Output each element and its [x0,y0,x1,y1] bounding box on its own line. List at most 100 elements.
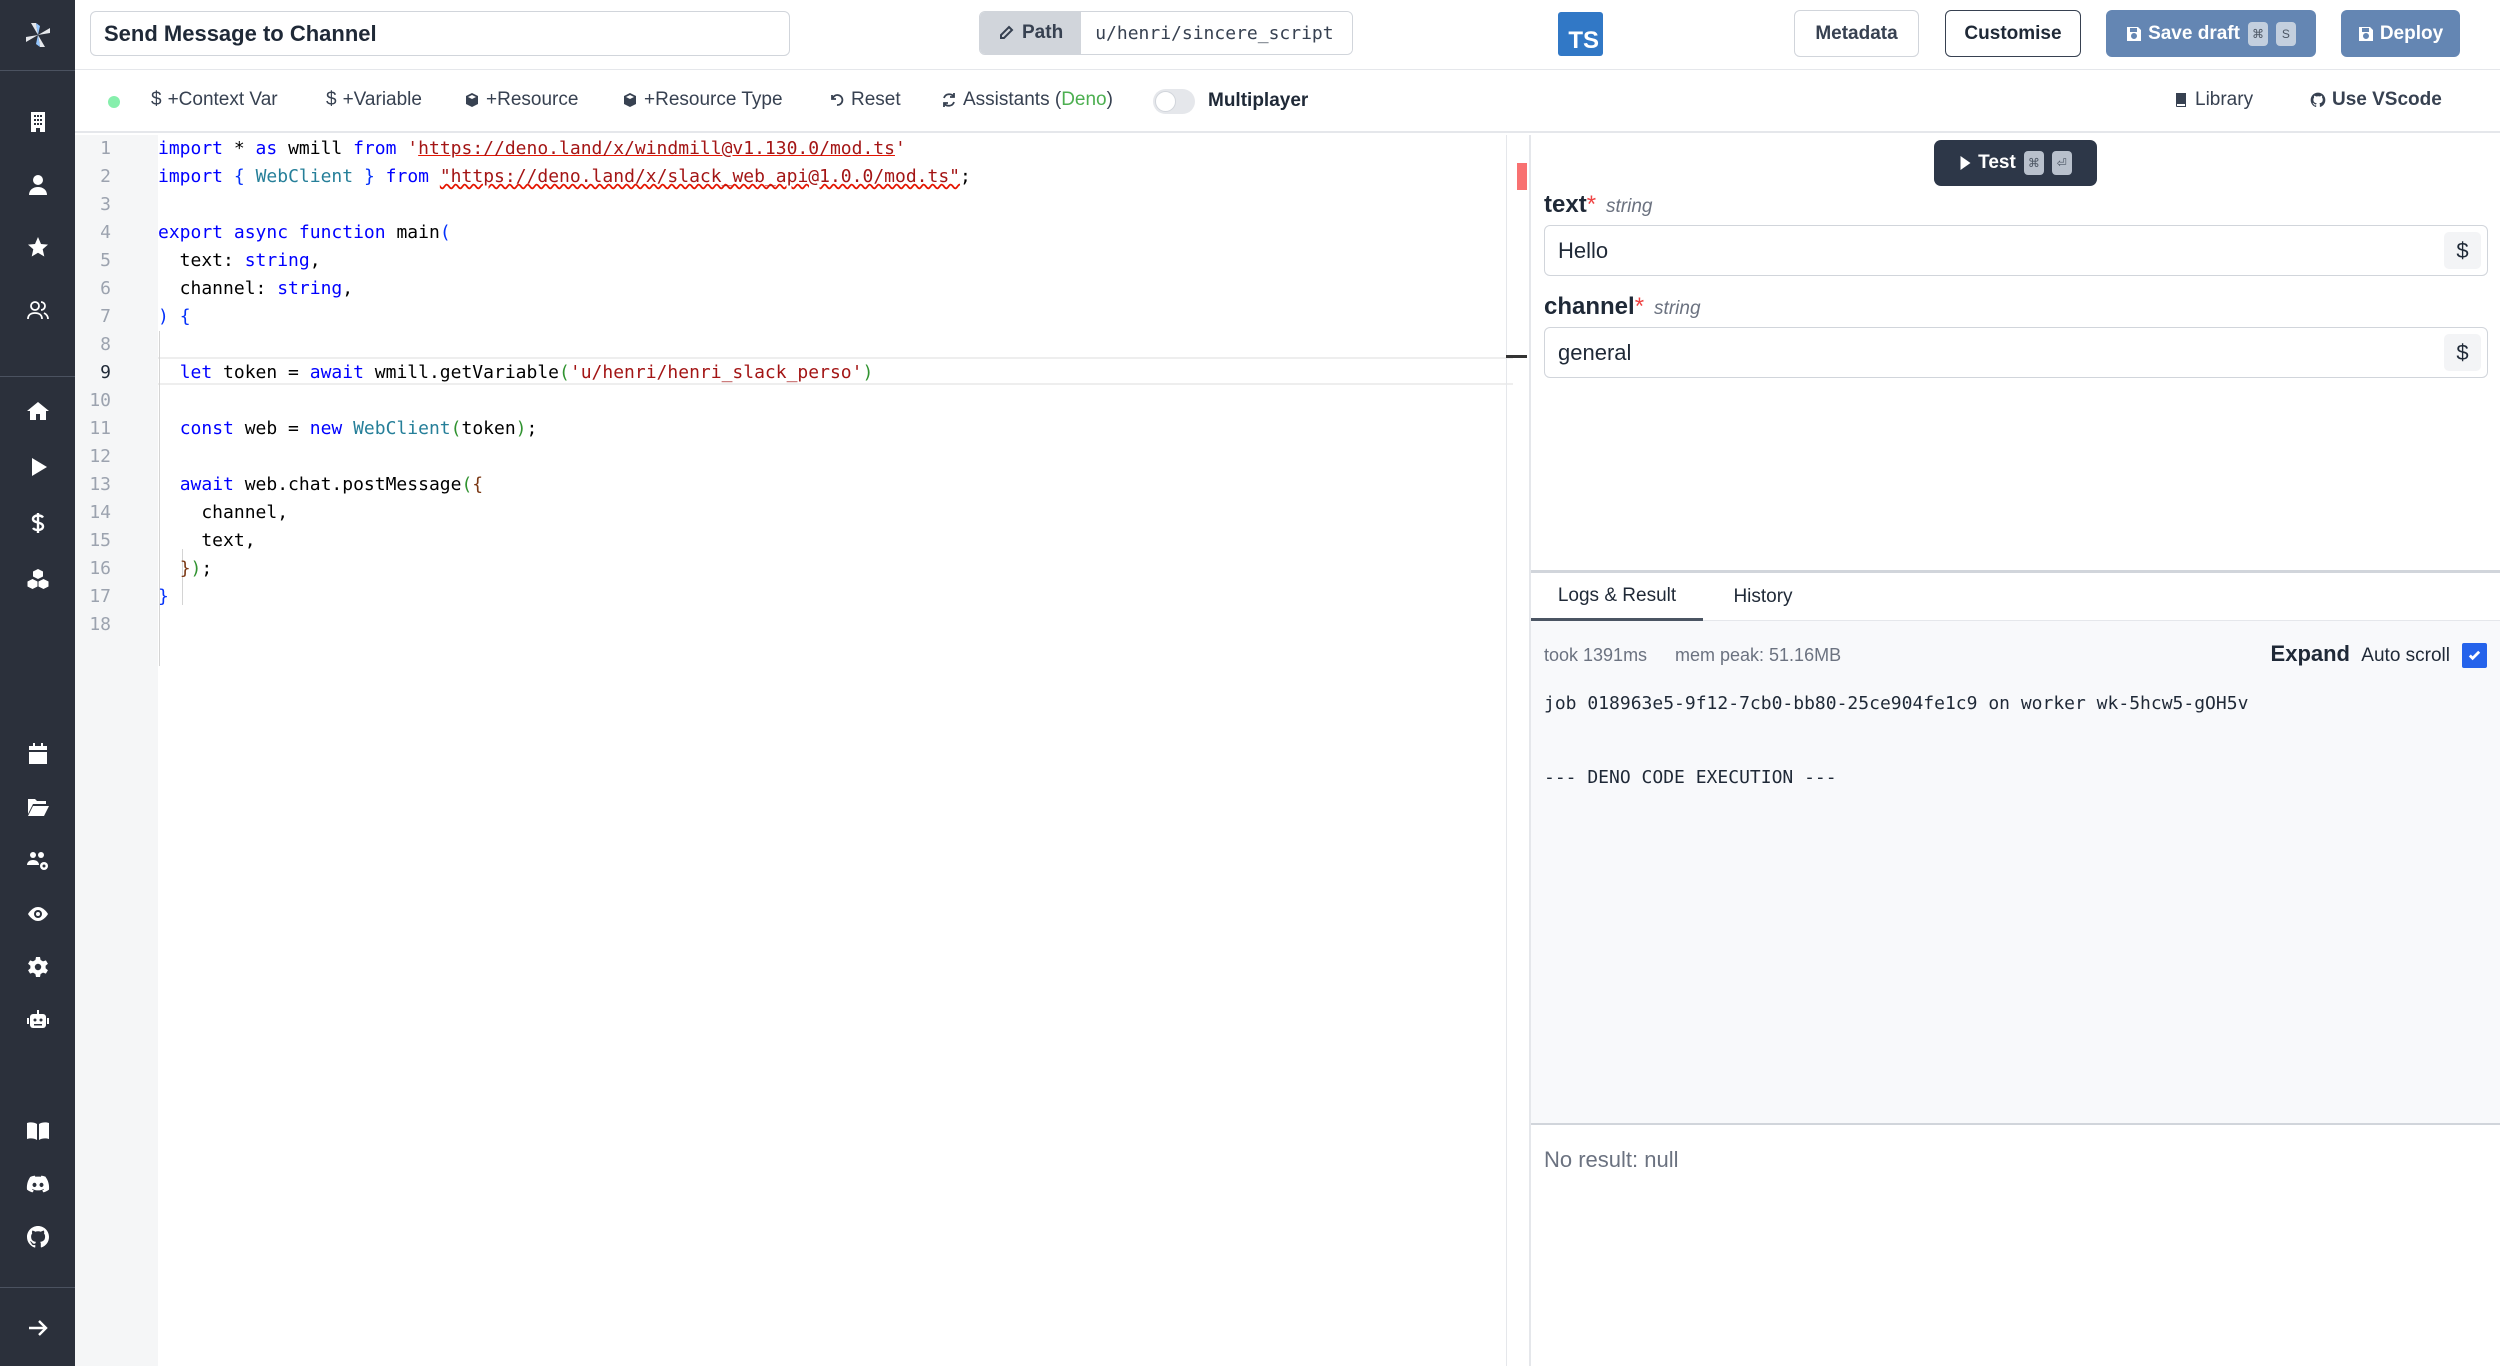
arg-label-text: text* string [1544,191,1653,219]
sidebar-item-docs[interactable] [0,1111,75,1151]
path-field[interactable]: Path u/henri/sincere_script [979,11,1353,55]
sidebar-item-settings[interactable] [0,947,75,987]
resource-label: +Resource [486,89,579,110]
line-number: 8 [100,334,111,355]
add-context-var-button[interactable]: $ +Context Var [151,89,278,111]
logs-panel: Logs & Result History took 1391ms mem pe… [1531,573,2500,1124]
sidebar-item-folders[interactable] [0,787,75,827]
sidebar-item-discord[interactable] [0,1164,75,1204]
eye-icon [27,907,48,921]
reset-button[interactable]: Reset [829,89,901,111]
code-line: import { WebClient } from "https://deno.… [158,166,971,187]
add-variable-button[interactable]: $ +Variable [326,89,422,111]
sidebar-item-users[interactable] [0,290,75,330]
top-bar: Send Message to Channel Path u/henri/sin… [75,0,2500,70]
test-button[interactable]: Test ⌘ ⏎ [1934,140,2097,186]
customise-label: Customise [1964,22,2062,44]
log-line: --- DENO CODE EXECUTION --- [1544,767,1837,788]
code-line: } [158,586,169,607]
refresh-icon [943,93,955,107]
variable-label: +Variable [342,89,422,110]
tab-history[interactable]: History [1703,573,1823,621]
shortcut-cmd-key: ⌘ [2247,21,2268,46]
arg-name: channel [1544,293,1635,320]
cube-icon [624,93,636,107]
duration-text: took 1391ms [1544,645,1648,665]
path-label[interactable]: Path [980,12,1082,54]
autoscroll-checkbox[interactable] [2462,643,2487,668]
line-number: 1 [100,138,111,159]
code-line: const web = new WebClient(token); [179,418,538,439]
sidebar-item-user[interactable] [0,165,75,205]
text-arg-input[interactable]: Hello $ [1544,225,2488,276]
test-panel: Test ⌘ ⏎ text* string Hello $ channel* s… [1531,135,2500,1366]
insert-variable-button[interactable]: $ [2444,334,2481,371]
home-icon [26,402,49,420]
dollar-icon: $ [151,89,162,110]
sidebar-item-workers[interactable] [0,1000,75,1040]
assistants-label: Assistants (Deno) [963,89,1113,110]
sidebar-item-runs[interactable] [0,447,75,487]
pencil-icon [1000,25,1014,39]
library-button[interactable]: Library [2173,89,2253,111]
sidebar-item-home[interactable] [0,391,75,431]
result-divider[interactable] [1531,1123,2500,1125]
folder-open-icon [27,799,49,816]
play-icon [1960,156,1971,170]
channel-arg-input[interactable]: general $ [1544,327,2488,378]
check-icon [2468,650,2481,661]
path-value[interactable]: u/henri/sincere_script [1081,12,1352,54]
dollar-icon: $ [326,89,337,110]
save-icon [2127,26,2142,41]
line-number: 6 [100,278,111,299]
customise-button[interactable]: Customise [1945,10,2081,57]
assistants-button[interactable]: Assistants (Deno) [941,89,1113,111]
sidebar-collapse-button[interactable] [0,1308,75,1348]
cube-icon [466,93,478,107]
sidebar-divider [0,70,75,71]
github-icon [26,1226,49,1248]
code-line: export async function main( [158,222,451,243]
sidebar-item-schedules[interactable] [0,734,75,774]
sidebar-item-resources[interactable] [0,559,75,599]
sidebar-divider [0,1287,75,1288]
windmill-logo[interactable] [0,0,75,70]
arrow-right-icon [28,1320,48,1336]
sidebar [0,0,75,1366]
tab-logs-result[interactable]: Logs & Result [1531,573,1703,621]
sidebar-item-variables[interactable] [0,503,75,543]
sidebar-item-groups[interactable] [0,841,75,881]
shortcut-cmd-key: ⌘ [2023,151,2044,175]
discord-icon [26,1175,49,1193]
editor-scrollbar[interactable] [1506,135,1507,1366]
script-title-input[interactable]: Send Message to Channel [90,11,790,56]
use-vscode-button[interactable]: Use VScode [2310,89,2442,111]
arg-value: general [1558,339,1632,365]
log-line: job 018963e5-9f12-7cb0-bb80-25ce904fe1c9… [1544,693,2249,714]
code-line: channel, [158,502,289,523]
script-title-value: Send Message to Channel [104,20,377,46]
code-line: let token = await wmill.getVariable('u/h… [179,362,874,383]
sidebar-item-favorites[interactable] [0,227,75,267]
code-line: import * as wmill from 'https://deno.lan… [158,138,906,159]
use-vscode-label: Use VScode [2332,89,2442,110]
path-label-text: Path [1022,22,1064,43]
insert-variable-button[interactable]: $ [2444,232,2481,269]
sidebar-item-github[interactable] [0,1217,75,1257]
add-resource-type-button[interactable]: +Resource Type [622,89,783,111]
add-resource-button[interactable]: +Resource [464,89,578,111]
deploy-button[interactable]: Deploy [2341,10,2460,57]
multiplayer-toggle[interactable] [1153,89,1195,114]
github-icon [2310,92,2326,108]
expand-button[interactable]: Expand [2271,641,2350,667]
resource-type-label: +Resource Type [644,89,783,110]
code-editor[interactable]: 1 2 3 4 5 6 7 8 9 10 11 12 13 14 15 16 17 18 import * as … [75,135,1530,1366]
script-editor-app: Send Message to Channel Path u/henri/sin… [0,0,2500,1366]
sidebar-item-workspace[interactable] [0,102,75,142]
save-draft-button[interactable]: Save draft ⌘ S [2106,10,2316,57]
sidebar-item-audit-logs[interactable] [0,894,75,934]
metadata-button[interactable]: Metadata [1794,10,1919,57]
